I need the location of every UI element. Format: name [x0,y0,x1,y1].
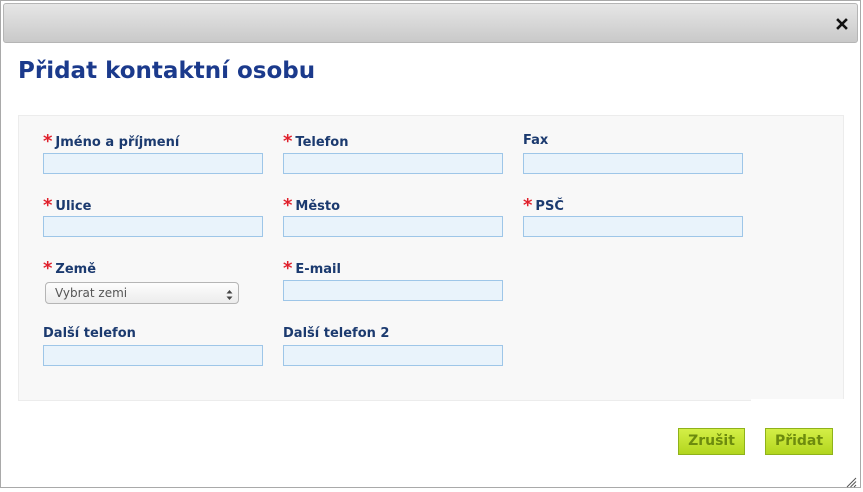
phone-field: * Telefon [283,131,349,152]
postcode-input[interactable] [523,216,743,237]
street-input[interactable] [43,216,263,237]
other-phone-2-field: Další telefon 2 [283,325,389,343]
required-marker: * [43,258,53,279]
close-icon[interactable] [835,16,849,30]
required-marker: * [523,195,533,216]
panel-corner-gap [751,399,846,403]
required-marker: * [43,131,53,152]
dialog-title: Přidat kontaktní osobu [18,58,316,84]
city-label: * Město [283,195,341,216]
country-label: * Země [43,258,97,279]
city-field: * Město [283,195,341,216]
required-marker: * [43,195,53,216]
country-select[interactable]: Vybrat zemi [45,282,239,304]
country-field: * Země [43,258,97,279]
cancel-button[interactable]: Zrušit [678,428,745,455]
full-name-input[interactable] [43,153,263,174]
other-phone-2-input[interactable] [283,345,503,366]
required-marker: * [283,195,293,216]
email-input[interactable] [283,280,503,301]
other-phone-2-label: Další telefon 2 [283,326,390,341]
add-button[interactable]: Přidat [765,428,833,455]
other-phone-field: Další telefon [43,325,136,343]
full-name-field: * Jméno a příjmení [43,131,180,152]
dialog-titlebar[interactable] [3,3,858,43]
country-select-value: Vybrat zemi [55,286,128,300]
postcode-field: * PSČ [523,195,564,216]
phone-label: * Telefon [283,131,349,152]
phone-input[interactable] [283,153,503,174]
updown-arrows-icon [226,287,233,300]
required-marker: * [283,258,293,279]
required-marker: * [283,131,293,152]
fax-label: Fax [523,133,549,148]
fax-input[interactable] [523,153,743,174]
street-label: * Ulice [43,195,92,216]
other-phone-input[interactable] [43,345,263,366]
full-name-label: * Jméno a příjmení [43,131,180,152]
email-field: * E-mail [283,258,341,279]
email-label: * E-mail [283,258,341,279]
city-input[interactable] [283,216,503,237]
resize-grip-icon[interactable] [846,473,857,488]
fax-field: Fax [523,132,548,150]
postcode-label: * PSČ [523,195,564,216]
add-contact-dialog: Přidat kontaktní osobu * Jméno a příjmení… [0,0,861,488]
other-phone-label: Další telefon [43,326,136,341]
street-field: * Ulice [43,195,92,216]
